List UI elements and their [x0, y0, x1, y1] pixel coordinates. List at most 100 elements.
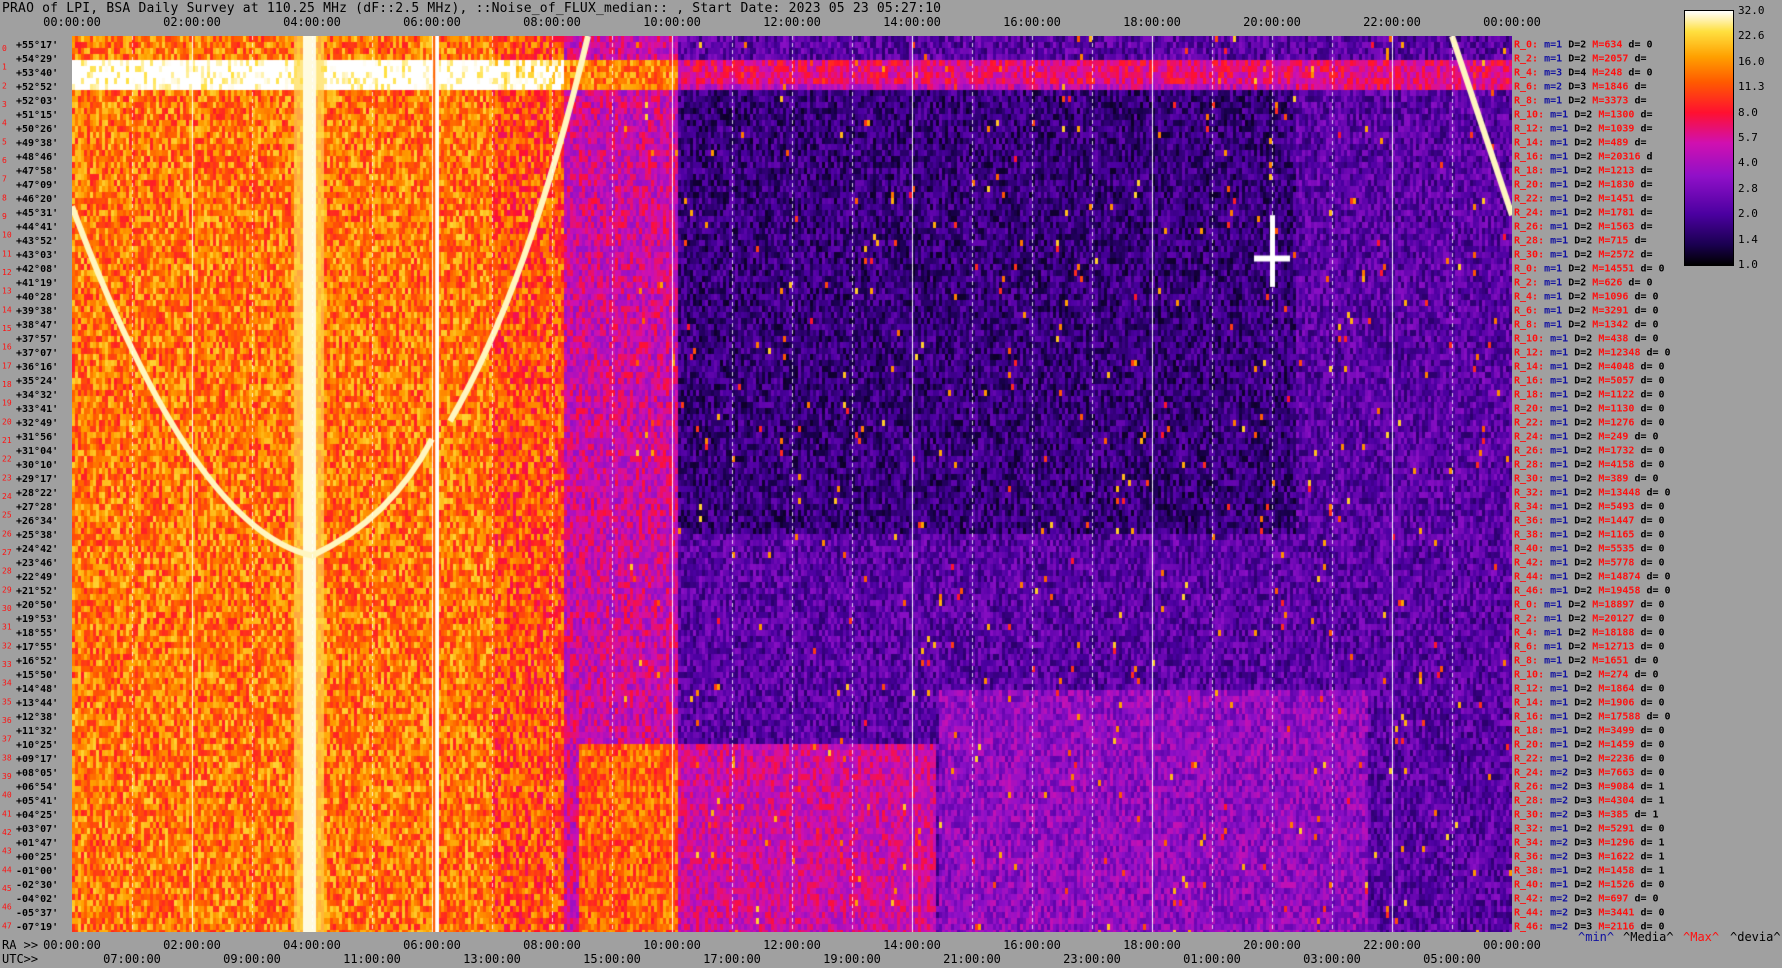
stats-row: R_22: m=1 D=2 M=1276 d= 0 [1514, 417, 1665, 428]
row-number-label: 29 [2, 585, 12, 594]
colorbar [1684, 10, 1734, 266]
declination-label: +00°25' [16, 852, 58, 863]
row-number-label: 43 [2, 847, 12, 856]
declination-label: +25°38' [16, 530, 58, 541]
bottom-utc-tick-label: 05:00:00 [1423, 952, 1481, 966]
stats-row: R_30: m=1 D=2 M=389 d= 0 [1514, 473, 1659, 484]
row-number-label: 12 [2, 268, 12, 277]
colorbar-tick-label: 4.0 [1738, 156, 1758, 170]
row-number-label: 27 [2, 548, 12, 557]
declination-label: +22°49' [16, 572, 58, 583]
row-number-label: 26 [2, 529, 12, 538]
declination-label: +20°50' [16, 600, 58, 611]
bottom-ra-tick-label: 06:00:00 [403, 938, 461, 952]
declination-label: -07°19' [16, 922, 58, 933]
declination-label: +49°38' [16, 138, 58, 149]
stats-row: R_24: m=2 D=3 M=7663 d= 0 [1514, 767, 1665, 778]
colorbar-tick-label: 11.3 [1738, 80, 1765, 94]
stats-row: R_26: m=2 D=3 M=9084 d= 1 [1514, 781, 1665, 792]
bottom-utc-tick-label: 11:00:00 [343, 952, 401, 966]
stats-row: R_36: m=1 D=2 M=1447 d= 0 [1514, 515, 1665, 526]
stats-row: R_4: m=3 D=4 M=248 d= 0 [1514, 67, 1653, 78]
stats-row: R_18: m=1 D=2 M=3499 d= 0 [1514, 725, 1665, 736]
row-number-label: 33 [2, 660, 12, 669]
bottom-utc-tick-label: 15:00:00 [583, 952, 641, 966]
row-number-label: 2 [2, 81, 7, 90]
colorbar-tick-label: 8.0 [1738, 105, 1758, 119]
stats-row: R_4: m=1 D=2 M=18188 d= 0 [1514, 627, 1665, 638]
declination-label: +28°22' [16, 488, 58, 499]
colorbar-tick-label: 16.0 [1738, 54, 1765, 68]
stats-row: R_22: m=1 D=2 M=2236 d= 0 [1514, 753, 1665, 764]
row-number-label: 4 [2, 119, 7, 128]
bottom-utc-tick-label: 09:00:00 [223, 952, 281, 966]
row-number-label: 45 [2, 884, 12, 893]
stats-row: R_12: m=1 D=2 M=1864 d= 0 [1514, 683, 1665, 694]
declination-label: +31°04' [16, 446, 58, 457]
stats-row: R_0: m=1 D=2 M=18897 d= 0 [1514, 599, 1665, 610]
top-tick-label: 22:00:00 [1363, 15, 1421, 29]
declination-label: +47°58' [16, 166, 58, 177]
stats-row: R_30: m=1 D=2 M=2572 d= [1514, 249, 1653, 260]
chart-overlay: 00:00:00 02:00:00 04:00:00 06:00:00 08:00:00… [2, 15, 1671, 966]
declination-label: +37°07' [16, 348, 58, 359]
stats-row: R_40: m=1 D=2 M=1526 d= 0 [1514, 879, 1665, 890]
declination-label: +09°17' [16, 754, 58, 765]
declination-label: +21°52' [16, 586, 58, 597]
top-tick-label: 12:00:00 [763, 15, 821, 29]
declination-label: +52°52' [16, 82, 58, 93]
bottom-ra-tick-label: 12:00:00 [763, 938, 821, 952]
stats-row: R_46: m=1 D=2 M=19458 d= 0 [1514, 585, 1671, 596]
declination-label: +55°17' [16, 40, 58, 51]
stats-row: R_22: m=1 D=2 M=1451 d= [1514, 193, 1653, 204]
stats-row: R_18: m=1 D=2 M=1122 d= 0 [1514, 389, 1665, 400]
declination-label: +18°55' [16, 628, 58, 639]
declination-label: +34°32' [16, 390, 58, 401]
declination-label: +48°46' [16, 152, 58, 163]
row-number-label: 0 [2, 44, 7, 53]
row-number-label: 9 [2, 212, 7, 221]
declination-label: +45°31' [16, 208, 58, 219]
bottom-ra-tick-label: 20:00:00 [1243, 938, 1301, 952]
row-number-label: 20 [2, 417, 12, 426]
row-number-label: 23 [2, 473, 12, 482]
stats-row: R_42: m=1 D=2 M=5778 d= 0 [1514, 557, 1665, 568]
row-number-label: 37 [2, 735, 12, 744]
stats-row: R_0: m=1 D=2 M=14551 d= 0 [1514, 263, 1665, 274]
stats-row: R_16: m=1 D=2 M=5057 d= 0 [1514, 375, 1665, 386]
row-number-label: 41 [2, 809, 12, 818]
row-number-label: 13 [2, 287, 12, 296]
stats-row: R_26: m=1 D=2 M=1563 d= [1514, 221, 1653, 232]
stats-row: R_6: m=1 D=2 M=3291 d= 0 [1514, 305, 1659, 316]
declination-label: -01°00' [16, 866, 58, 877]
declination-label: +53°40' [16, 68, 58, 79]
stats-row: R_18: m=1 D=2 M=1213 d= [1514, 165, 1653, 176]
bottom-ra-tick-label: 04:00:00 [283, 938, 341, 952]
row-number-label: 3 [2, 100, 7, 109]
top-tick-label: 20:00:00 [1243, 15, 1301, 29]
bottom-ra-tick-label: 00:00:00 [43, 938, 101, 952]
row-number-label: 16 [2, 343, 12, 352]
stats-row: R_32: m=1 D=2 M=13448 d= 0 [1514, 487, 1671, 498]
row-number-label: 7 [2, 175, 7, 184]
stats-row: R_30: m=2 D=3 M=385 d= 1 [1514, 809, 1659, 820]
row-number-label: 1 [2, 63, 7, 72]
declination-label: +23°46' [16, 558, 58, 569]
declination-label: +31°56' [16, 432, 58, 443]
row-number-label: 44 [2, 865, 12, 874]
bottom-utc-tick-label: 13:00:00 [463, 952, 521, 966]
declination-label: +10°25' [16, 740, 58, 751]
stats-row: R_10: m=1 D=2 M=438 d= 0 [1514, 333, 1659, 344]
declination-label: +27°28' [16, 502, 58, 513]
top-tick-label: 00:00:00 [43, 15, 101, 29]
row-number-label: 18 [2, 380, 12, 389]
declination-label: +04°25' [16, 810, 58, 821]
bottom-utc-tick-label: 01:00:00 [1183, 952, 1241, 966]
bottom-ra-tick-label: 08:00:00 [523, 938, 581, 952]
declination-label: +17°55' [16, 642, 58, 653]
row-number-label: 22 [2, 455, 12, 464]
colorbar-tick-label: 32.0 [1738, 4, 1765, 17]
top-tick-label: 16:00:00 [1003, 15, 1061, 29]
top-tick-label: 10:00:00 [643, 15, 701, 29]
stats-row: R_34: m=1 D=2 M=5493 d= 0 [1514, 501, 1665, 512]
